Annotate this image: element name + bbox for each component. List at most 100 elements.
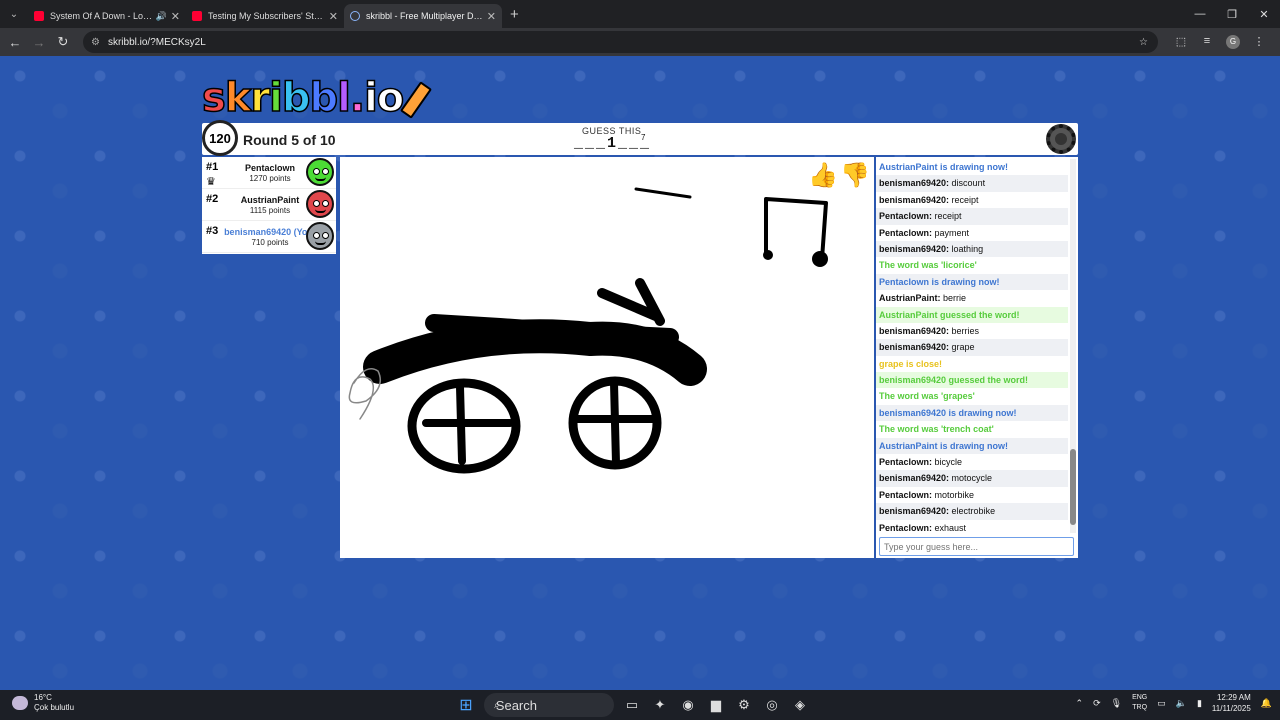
player-rank: #2 xyxy=(206,193,219,205)
search-label: Search xyxy=(495,697,537,713)
close-tab-icon[interactable]: ✕ xyxy=(171,10,180,23)
copilot-icon[interactable]: ✦ xyxy=(646,693,674,717)
round-indicator: Round 5 of 10 xyxy=(243,132,336,148)
chat-message: AustrianPaint: berrie xyxy=(876,290,1068,307)
cloud-icon xyxy=(12,696,28,710)
minimize-icon[interactable]: — xyxy=(1184,0,1216,28)
chat-text: payment xyxy=(932,227,970,238)
new-tab-button[interactable]: + xyxy=(510,6,519,23)
restore-icon[interactable]: ❐ xyxy=(1216,0,1248,28)
weather-widget[interactable]: 16°C Çok bulutlu xyxy=(12,693,74,713)
chat-sender: Pentaclown: xyxy=(879,489,933,500)
close-tab-icon[interactable]: ✕ xyxy=(329,10,338,23)
chat-text: The word was 'grapes' xyxy=(879,391,975,402)
file-explorer-icon[interactable]: ▆ xyxy=(702,693,730,717)
chat-message: benisman69420 is drawing now! xyxy=(876,404,1068,422)
chat-message: Pentaclown is drawing now! xyxy=(876,273,1068,291)
tab-search-icon[interactable]: ⌄ xyxy=(0,0,28,28)
player-row[interactable]: #3 benisman69420 (You) 710 points xyxy=(202,221,336,253)
lang-secondary: TRQ xyxy=(1132,704,1148,711)
notification-icon[interactable]: 🔔 xyxy=(1261,698,1272,709)
chat-text: berries xyxy=(949,325,980,336)
player-points: 1270 points xyxy=(249,174,291,183)
browser-tab-bar: ⌄ System Of A Down - Lonely 🔊 ✕ Testing … xyxy=(0,0,1280,28)
close-window-icon[interactable]: ✕ xyxy=(1248,0,1280,28)
player-name: Pentaclown xyxy=(244,163,295,173)
chat-message: Pentaclown: motorbike xyxy=(876,486,1068,504)
skribbl-icon xyxy=(350,11,360,21)
chat-text: AustrianPaint is drawing now! xyxy=(879,162,1009,172)
player-avatar xyxy=(306,190,334,218)
app-icon[interactable]: ◎ xyxy=(758,693,786,717)
mic-icon[interactable]: 🎙 xyxy=(1111,698,1122,709)
chat-sender: benisman69420: xyxy=(879,473,950,484)
chat-message: benisman69420: motocycle xyxy=(876,470,1068,487)
chat-text: berrie xyxy=(940,293,967,304)
profile-avatar[interactable]: G xyxy=(1226,35,1240,49)
extensions-icon[interactable]: ⬚ xyxy=(1168,35,1194,49)
temperature: 16°C xyxy=(34,693,52,702)
chat-message: benisman69420: berries xyxy=(876,322,1068,340)
weather-text: Çok bulutlu xyxy=(34,703,75,712)
forward-icon[interactable]: → xyxy=(27,35,51,50)
logo-letter: i xyxy=(268,75,283,121)
skribbl-logo: skribbl.io xyxy=(201,72,433,121)
player-row[interactable]: #2 AustrianPaint 1115 points xyxy=(202,189,336,221)
settings-gear-icon[interactable] xyxy=(1046,124,1076,154)
task-view-icon[interactable]: ▭ xyxy=(618,693,646,717)
url-field[interactable]: ⚙ skribbl.io/?MECKsy2L ☆ xyxy=(83,31,1158,53)
tray-chevron-icon[interactable]: ⌃ xyxy=(1076,698,1084,709)
close-tab-icon[interactable]: ✕ xyxy=(487,10,496,23)
chat-messages: AustrianPaint is drawing now! benisman694… xyxy=(876,159,1068,533)
chat-message: Pentaclown: exhaust xyxy=(876,519,1068,533)
speaker-icon[interactable]: 🔊 xyxy=(156,11,167,22)
tab-system-of-a-down[interactable]: System Of A Down - Lonely 🔊 ✕ xyxy=(28,4,186,28)
player-name: benisman69420 (You) xyxy=(224,227,316,237)
drawing-canvas[interactable]: 👍 👎 xyxy=(340,157,874,558)
logo-letter: r xyxy=(250,75,271,121)
chat-scrollbar[interactable] xyxy=(1070,159,1076,533)
chrome-icon[interactable]: ◉ xyxy=(674,693,702,717)
youtube-icon xyxy=(192,11,202,21)
network-icon[interactable]: ▭ xyxy=(1157,698,1166,709)
windows-start-icon[interactable]: ⊞ xyxy=(452,693,480,717)
volume-icon[interactable]: 🔈 xyxy=(1176,698,1187,709)
chat-text: grape is close! xyxy=(879,358,943,369)
chat-message: benisman69420: receipt xyxy=(876,191,1068,209)
bookmark-star-icon[interactable]: ☆ xyxy=(1139,37,1148,48)
chat-message: benisman69420: electrobike xyxy=(876,503,1068,520)
tab-title: System Of A Down - Lonely xyxy=(50,11,154,21)
chat-message: The word was 'licorice' xyxy=(876,257,1068,274)
site-info-icon[interactable]: ⚙ xyxy=(91,37,100,48)
reload-icon[interactable]: ↻ xyxy=(51,34,75,50)
player-avatar xyxy=(306,158,334,186)
tab-testing-subscribers[interactable]: Testing My Subscribers' Struggl ✕ xyxy=(186,4,344,28)
back-icon[interactable]: ← xyxy=(3,35,27,50)
chat-text: Pentaclown is drawing now! xyxy=(879,276,1000,287)
battery-icon[interactable]: ▮ xyxy=(1197,698,1202,709)
windows-taskbar: 16°C Çok bulutlu ⊞ ⌕ Search ▭ ✦ ◉ ▆ ⚙ ◎ ◈… xyxy=(0,690,1280,720)
player-avatar xyxy=(306,222,334,250)
system-tray: ⌃ ⟳ 🎙 ENG TRQ ▭ 🔈 ▮ 12:29 AM 11/11/2025 🔔 xyxy=(1066,692,1272,714)
tab-skribbl[interactable]: skribbl - Free Multiplayer Draw ✕ xyxy=(344,4,502,28)
steam-icon[interactable]: ◈ xyxy=(786,693,814,717)
thumbs-up-icon[interactable]: 👍 xyxy=(808,161,838,191)
player-row[interactable]: #1 ♛ Pentaclown 1270 points xyxy=(202,157,336,189)
clock[interactable]: 12:29 AM 11/11/2025 xyxy=(1212,692,1251,714)
settings-icon[interactable]: ⚙ xyxy=(730,693,758,717)
chat-sender: benisman69420: xyxy=(879,506,950,517)
chat-message: AustrianPaint is drawing now! xyxy=(876,437,1068,455)
language-indicator[interactable]: ENG TRQ xyxy=(1132,693,1147,713)
thumbs-down-icon[interactable]: 👎 xyxy=(840,161,870,191)
chat-text: AustrianPaint is drawing now! xyxy=(879,440,1009,451)
chat-text: bicycle xyxy=(932,457,963,468)
guess-input[interactable] xyxy=(879,537,1074,556)
chat-panel: AustrianPaint is drawing now! benisman694… xyxy=(876,157,1078,558)
chat-text: The word was 'trench coat' xyxy=(879,424,994,435)
menu-icon[interactable]: ⋮ xyxy=(1246,35,1272,49)
time: 12:29 AM xyxy=(1216,693,1251,702)
media-icon[interactable]: ≡ xyxy=(1194,35,1220,49)
sync-icon[interactable]: ⟳ xyxy=(1093,698,1101,709)
taskbar-search[interactable]: ⌕ Search xyxy=(484,693,614,717)
player-name: AustrianPaint xyxy=(240,195,300,205)
